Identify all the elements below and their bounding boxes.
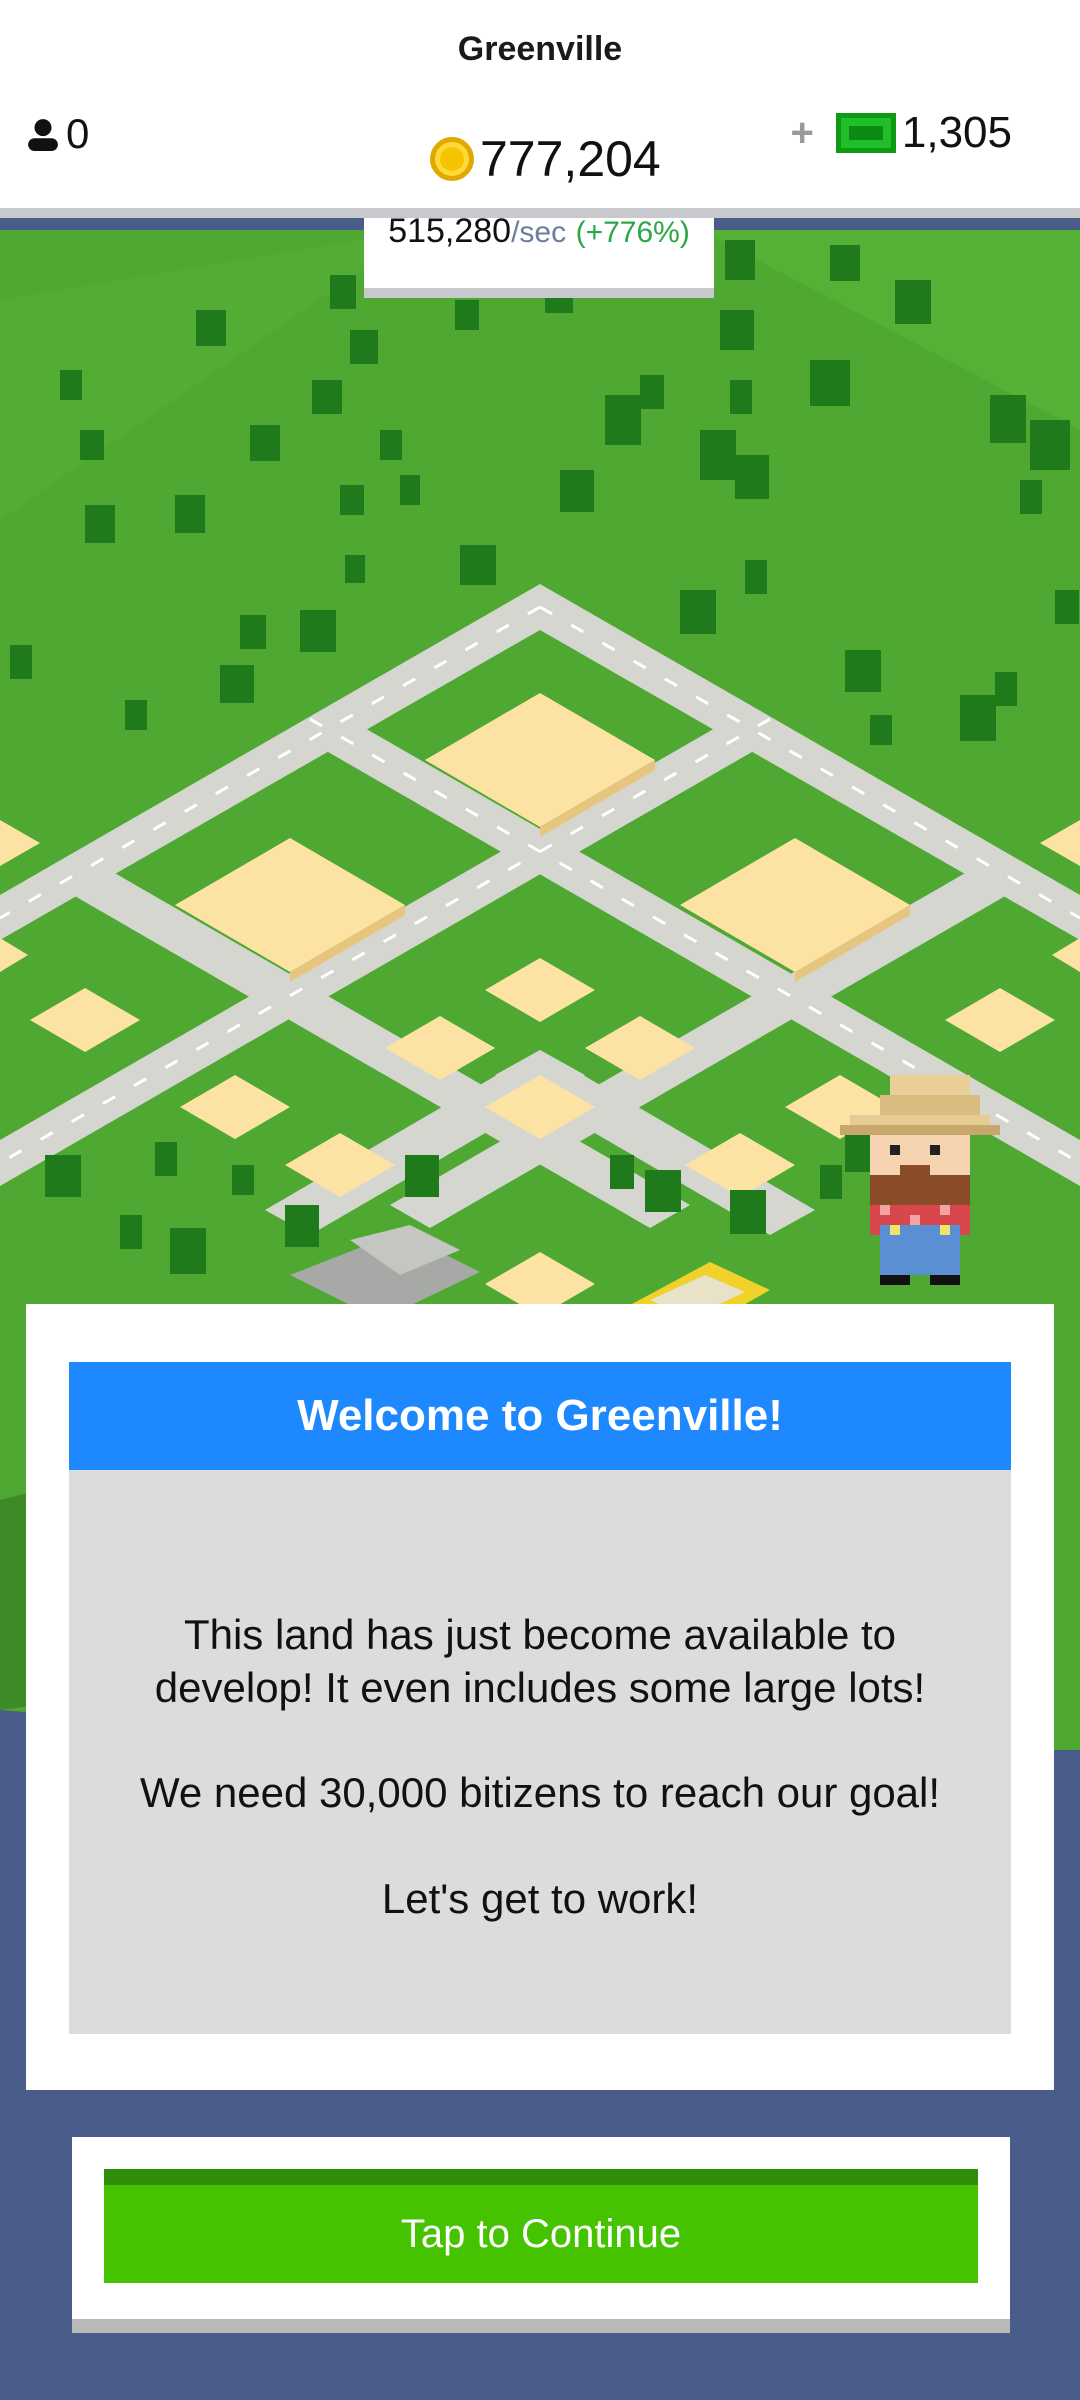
cash-icon [835, 113, 896, 153]
income-rate-value: 515,280 [388, 212, 512, 250]
income-rate-change: (+776%) [575, 216, 690, 249]
dialog-line: This land has just become available to [183, 1611, 897, 1658]
top-status-bar: Greenville 0 777,204 + 1,305 [0, 0, 1080, 218]
income-rate-unit: /sec [511, 216, 567, 249]
population-value: 0 [66, 110, 90, 157]
continue-button[interactable]: Tap to Continue [104, 2169, 978, 2283]
farmer-advisor-icon [840, 1075, 1000, 1285]
dialog-title: Welcome to Greenville! [69, 1362, 1011, 1470]
welcome-dialog: Welcome to Greenville! This land has jus… [26, 1304, 1054, 2090]
dialog-line: Let's get to work! [381, 1875, 699, 1922]
continue-button-frame: Tap to Continue [72, 2137, 1010, 2333]
coin-icon [430, 137, 474, 181]
coin-value: 777,204 [480, 131, 661, 187]
coin-balance: 777,204 [430, 130, 661, 188]
population-counter[interactable]: 0 [26, 110, 89, 158]
dialog-body: This land has just become available to d… [69, 1470, 1011, 2034]
bux-balance[interactable]: + 1,305 [791, 108, 1012, 158]
person-icon [28, 119, 58, 151]
dialog-line: We need 30,000 bitizens to reach our goa… [139, 1769, 941, 1816]
city-name: Greenville [457, 30, 623, 68]
bux-value: 1,305 [901, 108, 1012, 157]
income-rate-tab: 515,280/sec (+776%) [364, 212, 714, 298]
add-bux-icon[interactable]: + [791, 111, 814, 156]
dialog-line: develop! It even includes some large lot… [154, 1664, 926, 1711]
